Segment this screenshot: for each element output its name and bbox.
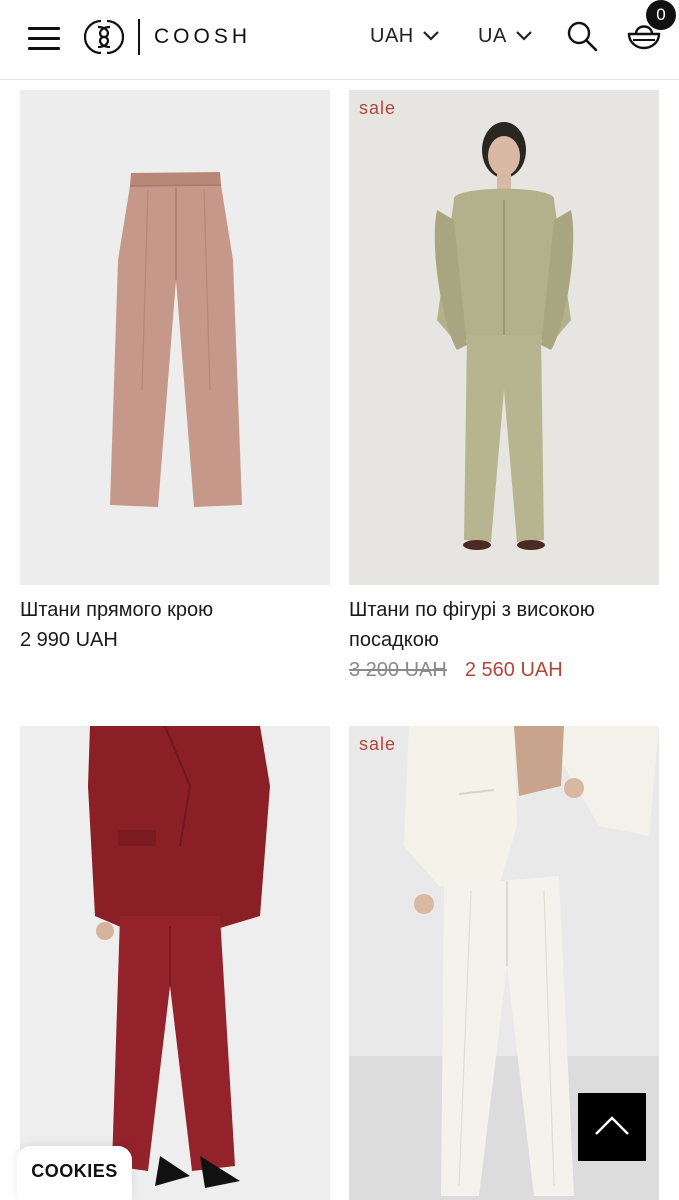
sale-badge: sale	[359, 734, 397, 754]
cookies-button[interactable]: COOKIES	[17, 1146, 132, 1200]
model-burgundy-suit-image	[20, 726, 330, 1200]
product-image[interactable]: sale	[349, 90, 659, 585]
language-selector[interactable]: UA	[478, 22, 533, 50]
language-label: UA	[478, 24, 507, 47]
product-image[interactable]	[20, 726, 330, 1200]
brand-logo[interactable]: COOSH	[84, 17, 251, 57]
product-price-row: 3 200 UAH 2 560 UAH	[349, 655, 659, 685]
model-olive-suit-image	[349, 90, 659, 585]
site-header: COOSH UAH UA 0	[0, 0, 679, 80]
currency-label: UAH	[370, 24, 414, 47]
product-name[interactable]: Штани по фігурі з високою посадкою	[349, 595, 659, 655]
chevron-down-icon	[516, 31, 532, 41]
product-image[interactable]	[20, 90, 330, 585]
sale-badge: sale	[359, 98, 397, 118]
old-price: 3 200 UAH	[349, 659, 447, 681]
currency-selector[interactable]: UAH	[370, 22, 440, 50]
product-card[interactable]: Штани прямого крою 2 990 UAH	[20, 90, 330, 655]
logo-divider	[138, 19, 140, 55]
product-card[interactable]: sale Штани по фігурі з високою посадкою …	[349, 90, 659, 685]
coosh-logo-icon	[84, 19, 124, 55]
search-icon[interactable]	[566, 20, 598, 52]
brand-name: COOSH	[154, 25, 252, 48]
cart-count-badge: 0	[646, 0, 676, 30]
menu-icon[interactable]	[28, 26, 62, 52]
product-name[interactable]: Штани прямого крою	[20, 595, 330, 625]
chevron-down-icon	[422, 31, 439, 41]
scroll-to-top-button[interactable]	[578, 1093, 646, 1161]
product-price: 2 990 UAH	[20, 629, 118, 651]
product-card[interactable]	[20, 726, 330, 1200]
trousers-image	[20, 90, 330, 585]
arrow-up-icon	[595, 1116, 629, 1135]
sale-price: 2 560 UAH	[464, 659, 563, 681]
